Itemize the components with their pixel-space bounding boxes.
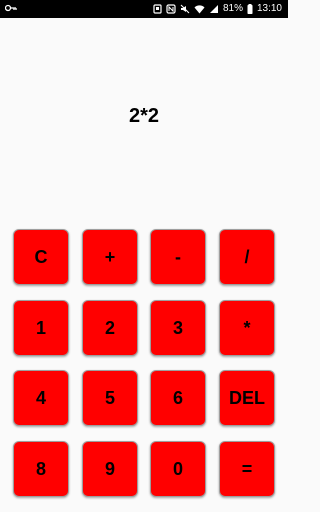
digit-8-button[interactable]: 8 bbox=[13, 441, 69, 497]
digit-4-button[interactable]: 4 bbox=[13, 370, 69, 426]
plus-button[interactable]: + bbox=[82, 229, 138, 285]
digit-2-button[interactable]: 2 bbox=[82, 300, 138, 356]
digit-1-button[interactable]: 1 bbox=[13, 300, 69, 356]
delete-button[interactable]: DEL bbox=[219, 370, 275, 426]
digit-3-button[interactable]: 3 bbox=[150, 300, 206, 356]
digit-5-button[interactable]: 5 bbox=[82, 370, 138, 426]
divide-button[interactable]: / bbox=[219, 229, 275, 285]
keypad: C + -/ 1 2 3 * 4 5 6 DEL 8 9 0 = bbox=[0, 0, 288, 512]
multiply-button[interactable]: * bbox=[219, 300, 275, 356]
digit-0-button[interactable]: 0 bbox=[150, 441, 206, 497]
minus-button[interactable]: - bbox=[150, 229, 206, 285]
digit-9-button[interactable]: 9 bbox=[82, 441, 138, 497]
clear-button[interactable]: C bbox=[13, 229, 69, 285]
equals-button[interactable]: = bbox=[219, 441, 275, 497]
digit-6-button[interactable]: 6 bbox=[150, 370, 206, 426]
